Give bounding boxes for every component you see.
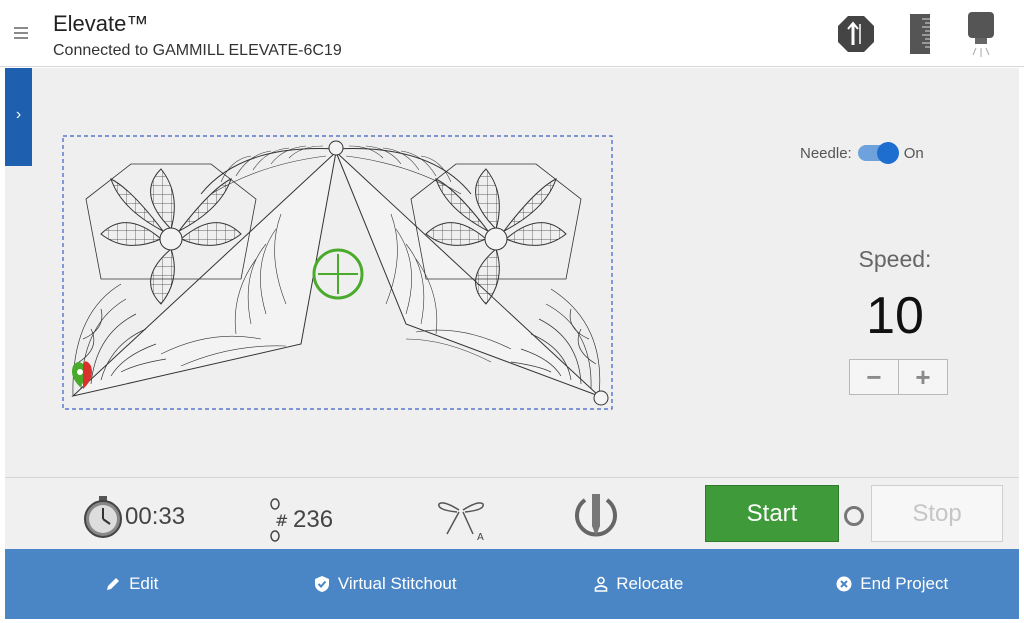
app-title: Elevate™ [53,11,149,36]
machine-icon[interactable] [965,11,997,64]
toggle-knob [876,142,899,164]
needle-state: On [903,144,924,162]
person-icon [594,576,608,592]
ruler-icon[interactable] [909,13,931,60]
tie-off-control[interactable]: A [437,496,485,542]
needle-control: Needle: On [800,142,924,164]
stitch-symbol: # [275,511,288,530]
relocate-button[interactable]: Relocate [512,549,766,619]
run-indicator [844,506,864,526]
stitch-count: # 236 [267,498,333,542]
bottom-toolbar: Edit Virtual Stitchout Relocate End Proj… [5,549,1019,619]
close-circle-icon [836,576,852,592]
pencil-icon [107,578,120,590]
needle-crosshair-icon [312,248,364,300]
elapsed-time-value: 00:33 [125,503,186,530]
needle-cycle-control[interactable] [571,492,621,538]
stopwatch-icon [84,496,122,538]
connection-status: Connected to GAMMILL ELEVATE-6C19 [53,42,342,59]
app-window: Elevate™ Connected to GAMMILL ELEVATE-6C… [0,0,1024,623]
tie-bow-icon[interactable]: A [437,496,485,542]
start-button[interactable]: Start [705,485,839,542]
elapsed-time: 00:33 [81,495,185,539]
needle-label: Needle: [800,144,852,162]
needle-toggle[interactable] [857,142,899,164]
virtual-stitchout-button[interactable]: Virtual Stitchout [259,549,513,619]
status-bar: 00:33 # 236 A Start Stop [5,477,1019,549]
menu-icon[interactable] [14,27,30,39]
edit-label: Edit [129,574,159,593]
speed-value: 10 [866,287,924,345]
edit-button[interactable]: Edit [5,549,259,619]
stitch-count-value: 236 [293,506,334,533]
relocate-label: Relocate [616,574,684,593]
design-canvas[interactable]: › Needle: On Speed: 10 − + [5,68,1019,477]
tie-badge: A [477,532,484,542]
speed-label: Speed: [858,246,932,272]
shield-check-icon [314,576,329,592]
sensor-icon[interactable] [837,15,875,58]
app-header: Elevate™ Connected to GAMMILL ELEVATE-6C… [0,0,1024,67]
stitch-chain-icon: # [270,498,288,542]
end-project-label: End Project [860,574,949,593]
virtual-stitchout-label: Virtual Stitchout [337,574,457,593]
sidebar-toggle[interactable]: › [5,68,32,166]
end-project-button[interactable]: End Project [766,549,1020,619]
speed-increment-button[interactable]: + [898,360,947,394]
needle-rotate-icon[interactable] [571,492,621,538]
speed-stepper: − + [849,359,948,395]
stop-button[interactable]: Stop [871,485,1003,542]
speed-decrement-button[interactable]: − [850,360,898,394]
